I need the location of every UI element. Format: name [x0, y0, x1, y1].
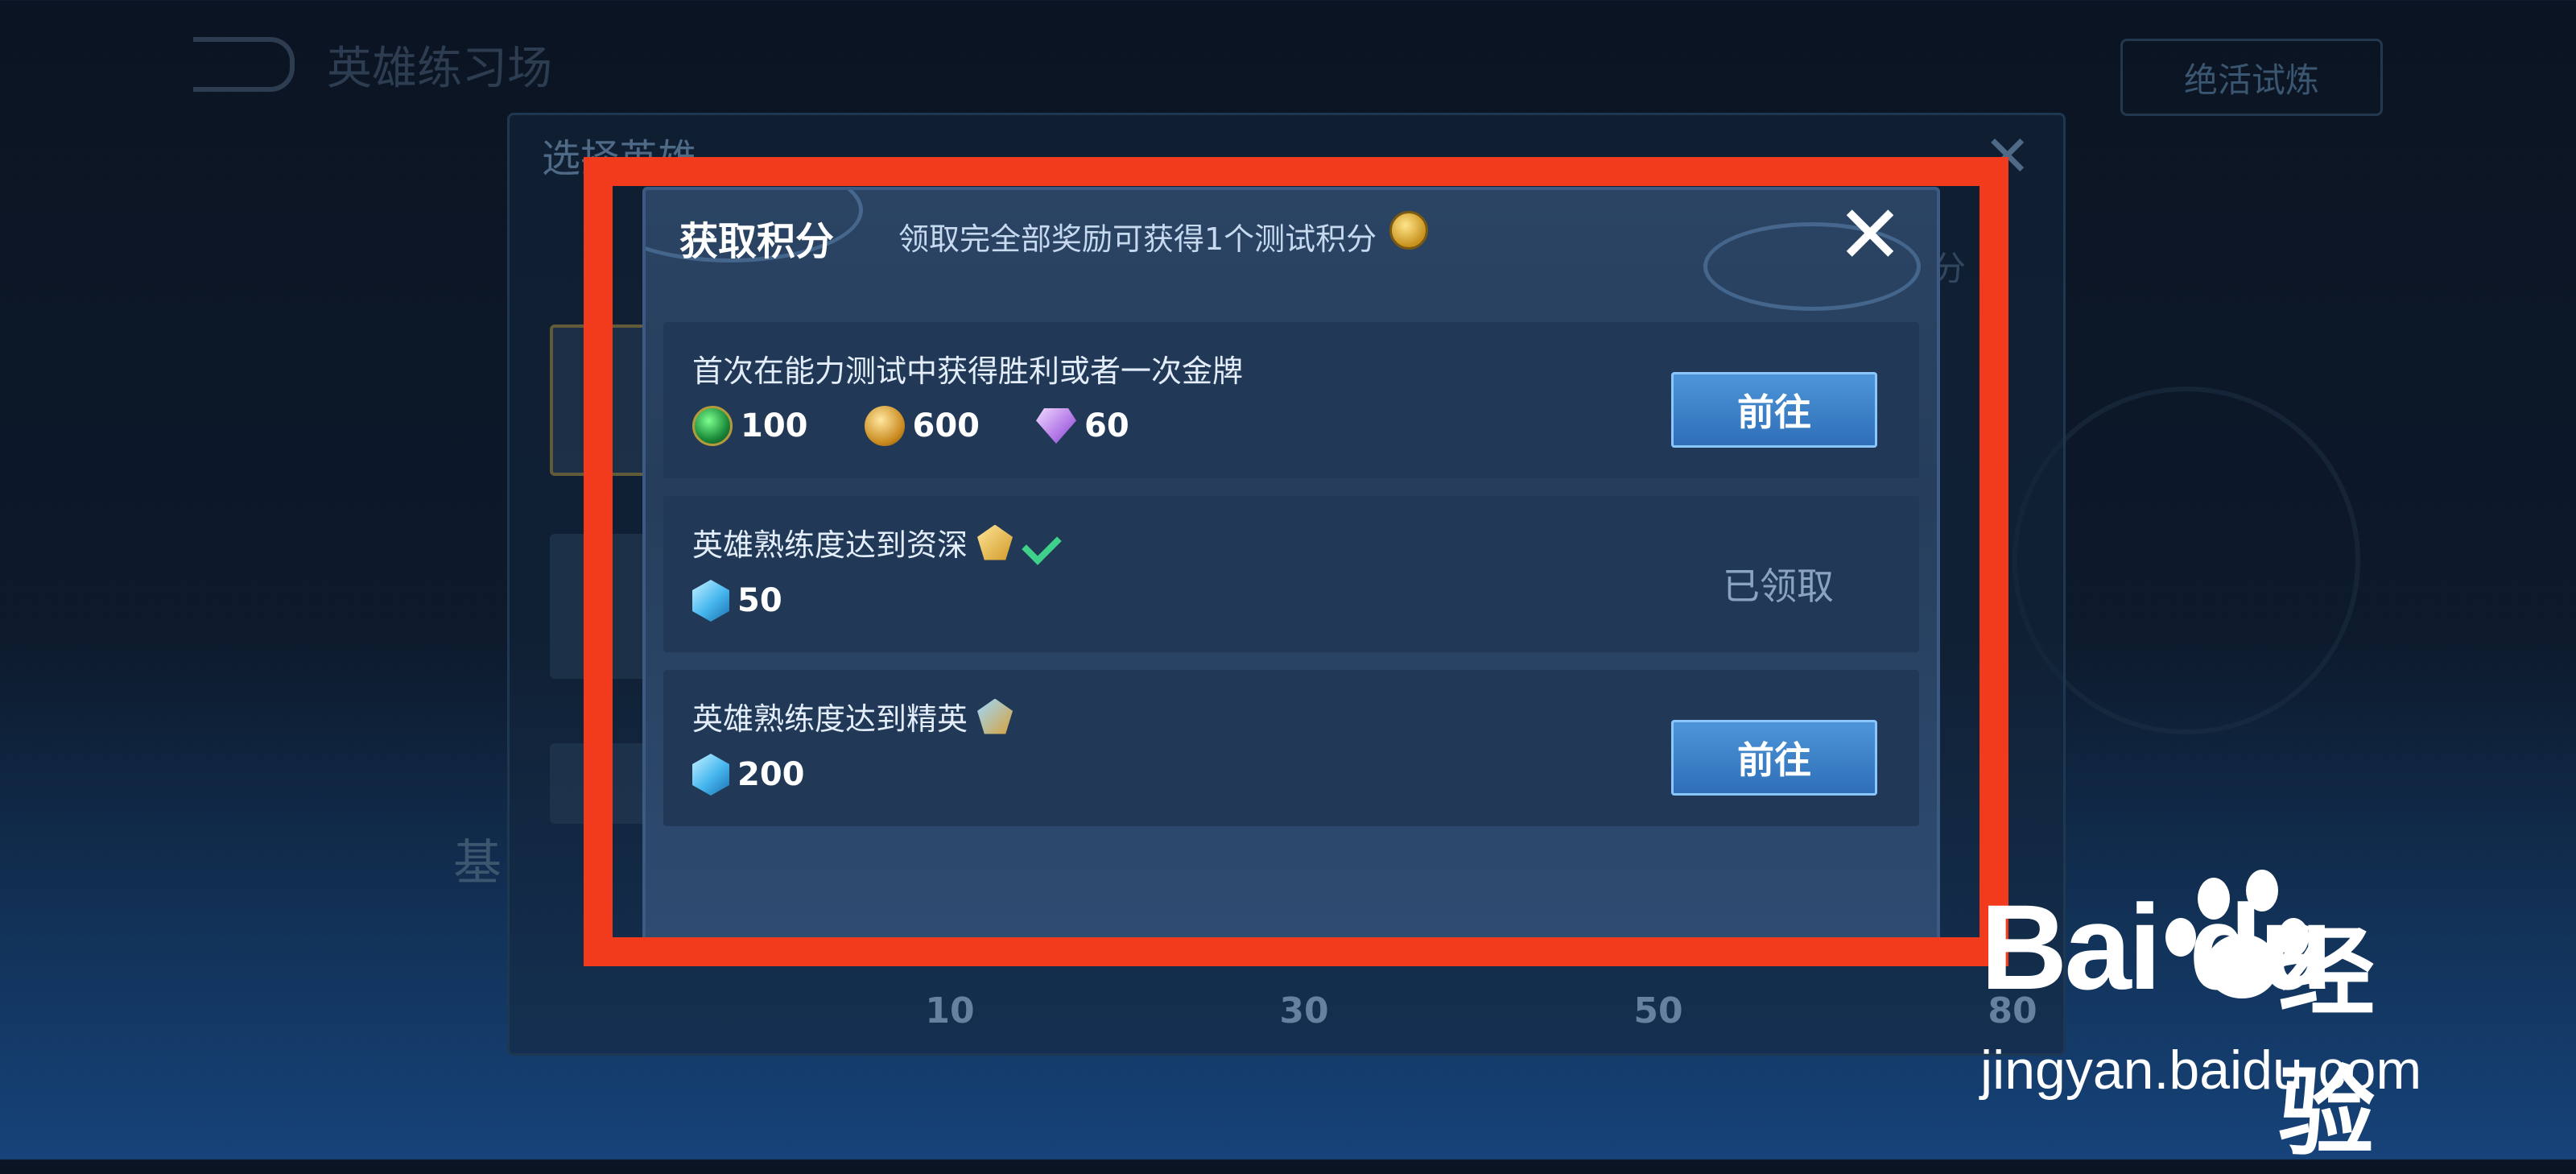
highlight-frame	[584, 157, 2008, 966]
background-bottom-label: 基	[453, 835, 502, 891]
background-top-right-button: 绝活试炼	[2120, 39, 2383, 116]
watermark-url: jingyan.baidu.com	[1980, 1040, 2422, 1101]
baidu-jingyan-watermark: Bai du 经验 jingyan.baidu.com	[1980, 870, 2463, 1169]
background-topbar: 英雄练习场	[193, 32, 552, 97]
progress-tick: 30	[1279, 990, 1329, 1031]
watermark-cn-text: 经验	[2278, 917, 2375, 1169]
progress-tick: 50	[1633, 990, 1683, 1031]
background-progress-ticks: 10 30 50 80	[918, 990, 2045, 1031]
back-arrow-icon	[193, 37, 295, 92]
background-title: 英雄练习场	[327, 42, 552, 95]
progress-tick: 10	[925, 990, 975, 1031]
